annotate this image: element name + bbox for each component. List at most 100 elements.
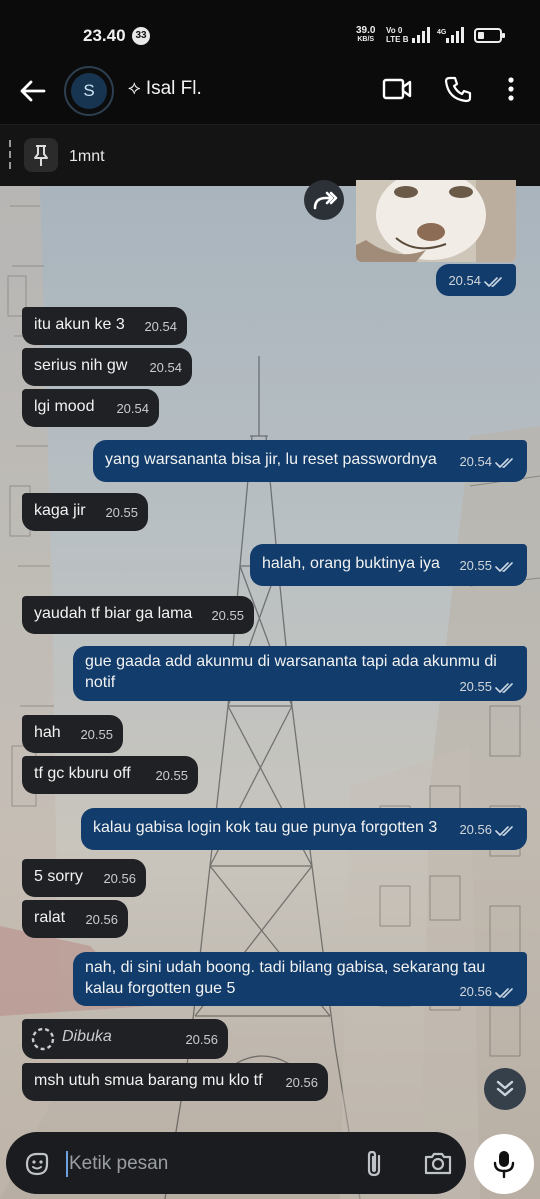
message-text: gue gaada add akunmu di warsananta tapi … [85,653,497,691]
message-time-value: 20.55 [459,558,492,573]
message-text: lgi mood [34,398,95,415]
sticker-emoji-icon[interactable] [23,1150,51,1178]
message-time-value: 20.56 [185,1032,218,1047]
signal-strength-icon [412,27,430,43]
signal-strength-4g-icon: 4G [437,27,464,43]
read-receipt-icon [495,682,513,693]
incoming-message[interactable]: ralat 20.56 [22,900,128,938]
message-text: nah, di sini udah boong. tadi bilang gab… [85,959,486,997]
outgoing-message[interactable]: 20.54 [436,264,516,296]
chat-header: S ⟡ Isal Fl. [0,66,540,124]
message-text: kaga jir [34,502,86,519]
message-time: 20.56 [185,1029,218,1050]
notification-count-badge: 33 [132,27,150,45]
video-call-icon[interactable] [382,76,412,102]
incoming-message[interactable]: tf gc kburu off 20.55 [22,756,198,794]
pin-icon-box [24,138,58,172]
outgoing-message[interactable]: halah, orang buktinya iya 20.55 [250,544,527,586]
voice-call-icon[interactable] [444,75,472,103]
forward-icon [313,191,338,210]
message-input[interactable]: Ketik pesan [69,1153,168,1175]
network-speed-value: 39.0 [356,25,376,36]
incoming-message[interactable]: 5 sorry 20.56 [22,859,146,897]
message-time-value: 20.54 [448,273,481,288]
read-receipt-icon [484,276,502,287]
message-time: 20.54 [144,316,177,337]
message-time: 20.56 [85,909,118,930]
message-text: serius nih gw [34,357,128,374]
incoming-message[interactable]: msh utuh smua barang mu klo tf 20.56 [22,1063,328,1101]
pin-indicator [9,140,11,172]
double-chevron-down-icon [496,1080,514,1097]
message-time: 20.54 [149,357,182,378]
message-time-value: 20.56 [459,822,492,837]
voice-record-button[interactable] [474,1134,534,1194]
shared-photo-cat[interactable] [356,180,516,262]
message-time-value: 20.56 [285,1075,318,1090]
battery-icon [474,28,505,43]
back-arrow-icon[interactable] [18,76,48,106]
read-receipt-icon [495,457,513,468]
network-type-label: 4G [437,29,447,36]
message-time-value: 20.54 [144,319,177,334]
pin-icon [34,145,48,166]
message-text: ralat [34,909,66,926]
message-time: 20.55 [459,676,517,697]
message-time: 20.55 [155,765,188,786]
message-text: kalau gabisa login kok tau gue punya for… [93,819,438,836]
status-bar: 23.40 33 39.0 KB/S Vo 0 LTE B 4G [0,0,540,66]
text-cursor [66,1151,68,1177]
view-once-opened-icon [31,1027,55,1051]
outgoing-message[interactable]: yang warsananta bisa jir, lu reset passw… [93,440,527,482]
pinned-message-bar[interactable]: 1mnt [0,124,540,186]
message-time: 20.54 [459,451,517,472]
message-time: 20.55 [459,555,517,576]
contact-avatar[interactable]: S [64,66,114,116]
contact-name[interactable]: ⟡ Isal Fl. [128,78,202,100]
message-time: 20.54 [116,398,149,419]
message-text: msh utuh smua barang mu klo tf [34,1072,263,1089]
lte-label: LTE B [386,35,409,44]
message-composer: Ketik pesan [6,1132,466,1194]
pinned-duration: 1mnt [69,148,105,165]
outgoing-message[interactable]: kalau gabisa login kok tau gue punya for… [81,808,527,850]
message-time: 20.56 [459,819,517,840]
message-time-value: 20.55 [155,768,188,783]
message-time-value: 20.56 [85,912,118,927]
message-time: 20.55 [211,605,244,626]
incoming-message[interactable]: Dibuka 20.56 [22,1019,228,1059]
scroll-to-bottom-button[interactable] [484,1068,526,1110]
message-time-value: 20.56 [103,871,136,886]
read-receipt-icon [495,825,513,836]
volte-indicator: Vo 0 LTE B [386,26,409,44]
message-text: hah [34,724,61,741]
microphone-icon [493,1151,515,1179]
incoming-message[interactable]: serius nih gw 20.54 [22,348,192,386]
incoming-message[interactable]: itu akun ke 3 20.54 [22,307,187,345]
incoming-message[interactable]: kaga jir 20.55 [22,493,148,531]
view-once-label: Dibuka [62,1028,112,1045]
outgoing-message[interactable]: nah, di sini udah boong. tadi bilang gab… [73,952,527,1006]
message-time-value: 20.55 [105,505,138,520]
message-text: tf gc kburu off [34,765,131,782]
incoming-message[interactable]: hah 20.55 [22,715,123,753]
incoming-message[interactable]: lgi mood 20.54 [22,389,159,427]
forward-button[interactable] [304,180,344,220]
message-time: 20.56 [103,868,136,889]
message-time-value: 20.54 [459,454,492,469]
network-speed-unit: KB/S [357,36,375,43]
message-time-value: 20.55 [80,727,113,742]
message-time-value: 20.56 [459,984,492,999]
incoming-message[interactable]: yaudah tf biar ga lama 20.55 [22,596,254,634]
message-text: itu akun ke 3 [34,316,125,333]
read-receipt-icon [495,987,513,998]
outgoing-message[interactable]: gue gaada add akunmu di warsananta tapi … [73,646,527,701]
attachment-paperclip-icon[interactable] [362,1149,388,1179]
volte-label: Vo 0 [386,26,403,35]
message-time: 20.54 [448,270,506,291]
more-options-icon[interactable] [500,76,522,102]
avatar-letter: S [71,73,107,109]
message-text: halah, orang buktinya iya [262,555,440,572]
read-receipt-icon [495,561,513,572]
camera-icon[interactable] [423,1150,453,1176]
